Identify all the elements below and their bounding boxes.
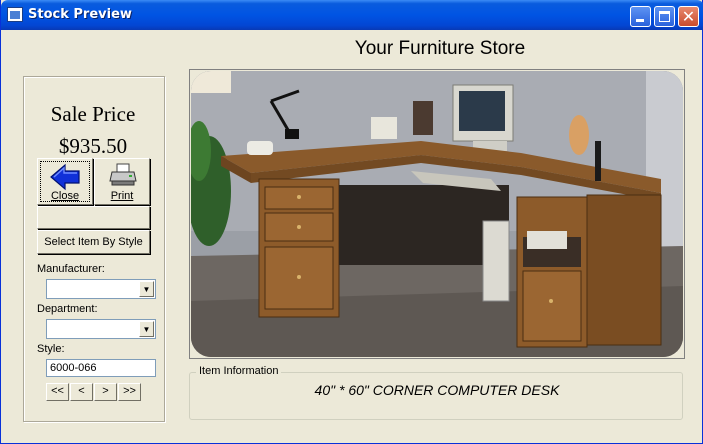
title-bar[interactable]: Stock Preview ✕ <box>1 0 703 30</box>
store-title: Your Furniture Store <box>354 38 526 59</box>
item-photo <box>191 71 683 357</box>
last-record-button[interactable]: >> <box>118 383 141 401</box>
style-input[interactable]: 6000-066 <box>46 359 156 377</box>
next-record-button[interactable]: > <box>94 383 117 401</box>
select-item-by-style-button[interactable]: Select Item By Style <box>37 230 150 254</box>
department-select[interactable]: ▼ <box>46 319 156 339</box>
first-record-button[interactable]: << <box>46 383 69 401</box>
select-item-by-style-label: Select Item By Style <box>44 236 143 248</box>
item-information-group: Item Information 40" * 60" CORNER COMPUT… <box>189 365 683 420</box>
close-icon: ✕ <box>681 7 696 26</box>
chevron-down-icon[interactable]: ▼ <box>139 321 154 337</box>
manufacturer-select[interactable]: ▼ <box>46 279 156 299</box>
printer-icon <box>109 163 137 186</box>
close-button-label: Close <box>50 190 80 202</box>
minimize-button[interactable] <box>630 6 651 27</box>
department-label: Department: <box>37 303 98 315</box>
maximize-button[interactable] <box>654 6 675 27</box>
print-button-label: Print <box>110 190 134 202</box>
print-button[interactable]: Print <box>94 158 150 205</box>
corner-desk-photo <box>191 71 683 357</box>
close-window-button[interactable]: ✕ <box>678 6 699 27</box>
style-label: Style: <box>37 343 65 355</box>
blank-button[interactable] <box>37 206 150 229</box>
close-button[interactable]: Close <box>37 158 93 205</box>
item-description: 40" * 60" CORNER COMPUTER DESK <box>314 382 560 398</box>
item-information-label: Item Information <box>196 365 282 377</box>
window-title: Stock Preview <box>28 7 132 22</box>
stock-preview-window: Stock Preview ✕ Your Furniture Store Sal… <box>0 0 703 444</box>
sale-price-value: $935.50 <box>58 134 128 158</box>
back-arrow-icon <box>50 163 80 191</box>
manufacturer-label: Manufacturer: <box>37 263 105 275</box>
minimize-icon <box>636 19 644 22</box>
chevron-down-icon[interactable]: ▼ <box>139 281 154 297</box>
maximize-icon <box>659 11 670 22</box>
app-window-icon[interactable] <box>7 7 23 22</box>
item-photo-frame <box>189 69 685 359</box>
previous-record-button[interactable]: < <box>70 383 93 401</box>
sale-price-label: Sale Price <box>50 102 136 126</box>
